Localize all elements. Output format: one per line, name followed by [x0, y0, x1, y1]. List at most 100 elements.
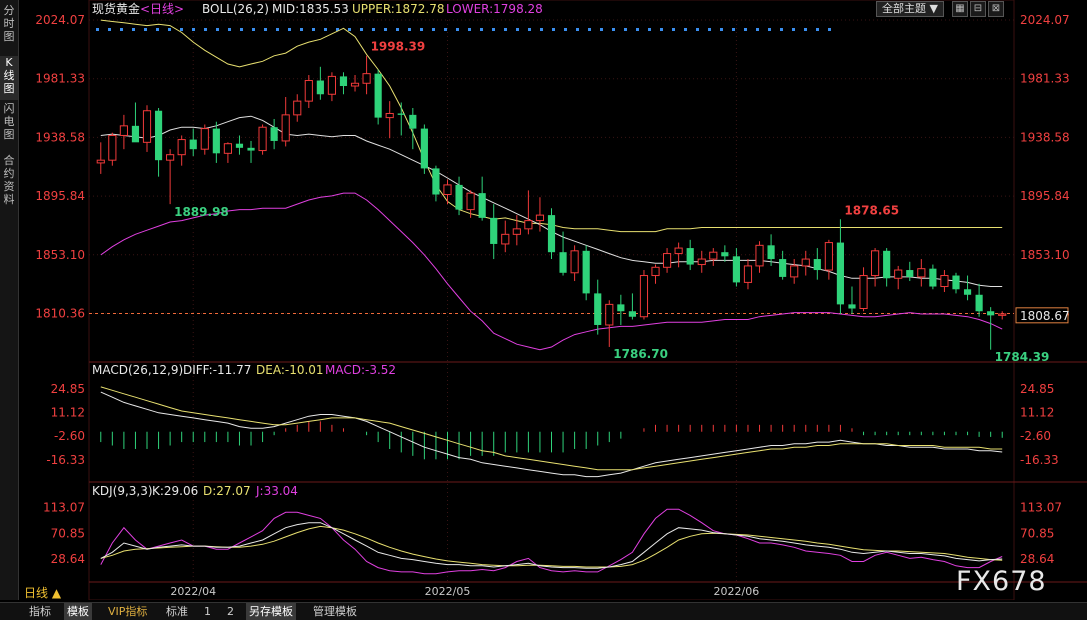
- candle-body: [166, 154, 175, 161]
- signal-dot: [324, 28, 327, 31]
- price-annotation: 1786.70: [613, 347, 668, 361]
- signal-dot: [132, 28, 135, 31]
- price-annotation: 1878.65: [844, 204, 899, 218]
- kdj-tick-right: 113.07: [1020, 500, 1062, 514]
- kdj-k-value: K:29.06: [152, 484, 198, 498]
- price-tick-left: 1981.33: [35, 72, 85, 86]
- manage-templates-button[interactable]: 管理模板: [310, 603, 360, 620]
- signal-dot: [708, 28, 711, 31]
- price-annotation: 1998.39: [371, 39, 426, 53]
- candle-body: [686, 248, 694, 265]
- bottom-toolbar: 指标 模板 VIP指标 标准 1 2 另存模板 管理模板: [0, 602, 1087, 620]
- candle-body: [293, 100, 302, 116]
- signal-dot: [276, 28, 279, 31]
- kdj-k-line: [100, 522, 1003, 569]
- candle-body: [281, 114, 290, 142]
- kdj-tick-right: 70.85: [1020, 526, 1054, 540]
- candle-body: [743, 265, 753, 283]
- signal-dot: [696, 28, 699, 31]
- candle-body: [848, 304, 856, 309]
- chart-canvas[interactable]: 1998.39 1889.98 1878.65 1786.70 1784.39 2024…: [0, 0, 1087, 600]
- candle-body: [824, 242, 833, 271]
- candle-body: [409, 114, 417, 129]
- candle-body: [443, 184, 452, 196]
- kdj-label: KDJ(9,3,3): [92, 484, 153, 498]
- tab-template-2[interactable]: 2: [224, 603, 237, 620]
- signal-dot: [168, 28, 171, 31]
- price-tick-right: 1853.10: [1020, 248, 1070, 262]
- candle-body: [883, 250, 891, 279]
- plot-border: [88, 0, 1015, 600]
- price-tick-left: 1895.84: [35, 189, 85, 203]
- candle-body: [697, 258, 706, 266]
- kdj-tick-left: 113.07: [43, 500, 85, 514]
- candle-body: [131, 125, 140, 143]
- signal-dot: [372, 28, 375, 31]
- signal-dot: [492, 28, 495, 31]
- candle-body: [397, 113, 405, 115]
- candle-body: [142, 110, 152, 143]
- candle-body: [767, 245, 775, 260]
- candle-body: [929, 268, 937, 287]
- signal-dot: [300, 28, 303, 31]
- signal-dot: [516, 28, 519, 31]
- candle-body: [385, 112, 394, 119]
- tab-standard[interactable]: 标准: [163, 603, 191, 620]
- signal-dot: [672, 28, 675, 31]
- tab-template-1[interactable]: 1: [201, 603, 214, 620]
- signal-dot: [216, 28, 219, 31]
- candle-body: [316, 80, 324, 95]
- signal-dot: [156, 28, 159, 31]
- signal-dot: [252, 28, 255, 31]
- minimize-icon[interactable]: ⊟: [970, 1, 986, 17]
- candle-body: [755, 244, 764, 267]
- candle-body: [651, 266, 660, 277]
- tab-indicators[interactable]: 指标: [26, 603, 54, 620]
- signal-dot: [612, 28, 615, 31]
- candle-body: [223, 143, 232, 154]
- signal-dot: [432, 28, 435, 31]
- save-template-button[interactable]: 另存模板: [246, 603, 296, 620]
- macd-diff-value: DIFF:-11.77: [183, 363, 251, 377]
- chart-frame: [88, 0, 1087, 600]
- theme-dropdown[interactable]: 全部主题 ▼: [876, 1, 944, 17]
- tab-templates[interactable]: 模板: [64, 603, 92, 620]
- candle-body: [119, 125, 128, 136]
- signal-dot: [96, 28, 99, 31]
- macd-tick-left: -16.33: [46, 453, 85, 467]
- kdj-tick-left: 28.64: [51, 552, 85, 566]
- price-tick-left: 1810.36: [35, 306, 85, 320]
- kdj-d-value: D:27.07: [203, 484, 251, 498]
- tab-vip-indicators[interactable]: VIP指标: [105, 603, 150, 620]
- signal-dot: [804, 28, 807, 31]
- axes: 2024.07 2024.07 1981.33 1981.33 1938.58 1938.…: [35, 13, 1069, 598]
- theme-label: 全部主题: [882, 2, 927, 15]
- signal-dot: [636, 28, 639, 31]
- candle-body: [871, 250, 880, 277]
- macd-label: MACD(26,12,9): [92, 363, 183, 377]
- candle-body: [108, 134, 117, 161]
- candle-body: [790, 265, 799, 278]
- candle-body: [270, 127, 278, 141]
- candle-body: [836, 242, 845, 305]
- signal-dot: [684, 28, 687, 31]
- layout-grid-icon[interactable]: ▦: [952, 1, 968, 17]
- signal-dot: [720, 28, 723, 31]
- signal-dot: [192, 28, 195, 31]
- signal-dot: [756, 28, 759, 31]
- signal-dot: [228, 28, 231, 31]
- kdj-j-value: J:33.04: [255, 484, 298, 498]
- period-selector[interactable]: 日线 ▲: [24, 584, 61, 601]
- macd-dea-value: DEA:-10.01: [256, 363, 324, 377]
- candle-body: [212, 128, 220, 154]
- candle-body: [304, 80, 313, 102]
- macd-dea-line: [100, 386, 1003, 471]
- macd-tick-right: 24.85: [1020, 382, 1054, 396]
- kdj-j-line: [100, 508, 1003, 575]
- close-panel-icon[interactable]: ⊠: [988, 1, 1004, 17]
- macd-macd-value: MACD:-3.52: [325, 363, 396, 377]
- candle-body: [859, 275, 868, 309]
- candle-body: [432, 168, 440, 195]
- macd-tick-right: -16.33: [1020, 453, 1059, 467]
- signal-dot: [444, 28, 447, 31]
